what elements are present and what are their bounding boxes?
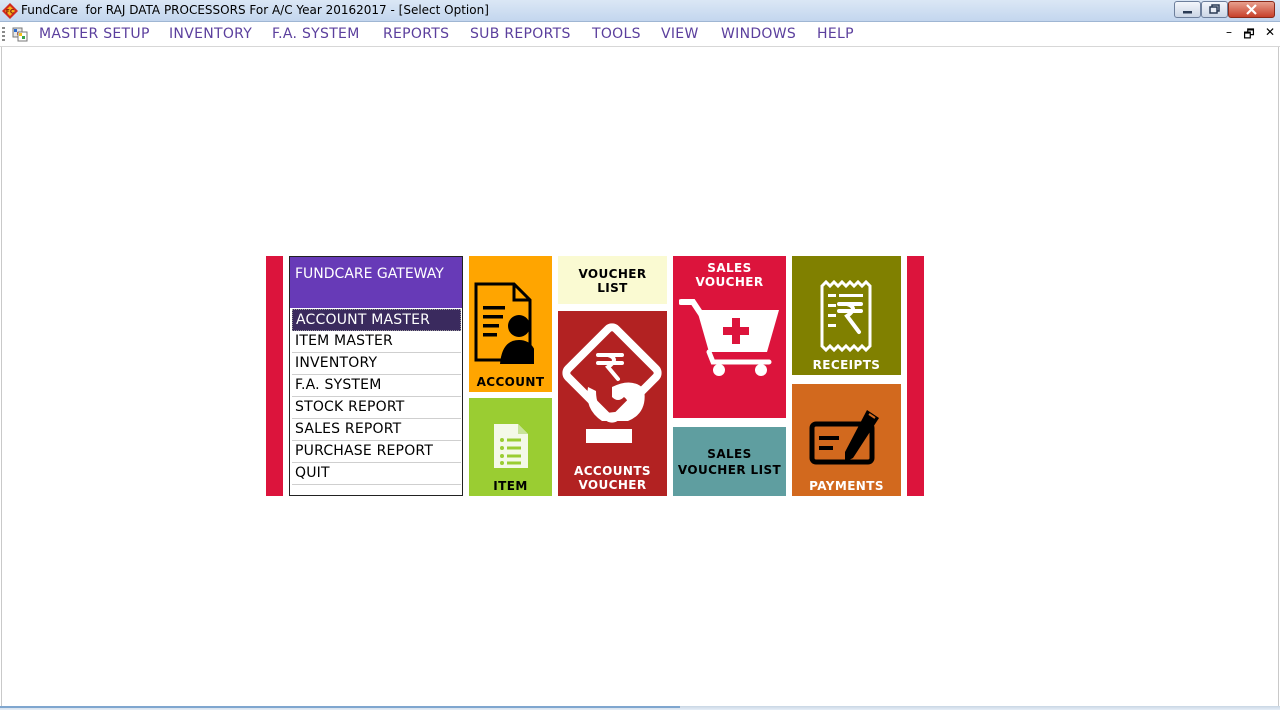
mdi-document-icon[interactable]: [12, 26, 28, 42]
gateway-panel: FUNDCARE GATEWAY ACCOUNT MASTER ITEM MAS…: [289, 256, 463, 496]
accounts-voucher-tile[interactable]: ACCOUNTS VOUCHER: [558, 311, 667, 496]
menu-view[interactable]: VIEW: [661, 26, 699, 42]
mdi-close-button[interactable]: ✕: [1263, 25, 1277, 39]
menu-help[interactable]: HELP: [817, 26, 854, 42]
menu-tools[interactable]: TOOLS: [592, 26, 641, 42]
gateway-item-account-master[interactable]: ACCOUNT MASTER: [292, 309, 461, 331]
payments-tile-label: PAYMENTS: [809, 479, 884, 493]
sales-voucher-list-tile[interactable]: SALES VOUCHER LIST: [673, 427, 786, 496]
rupee-receipt-icon: [820, 280, 872, 352]
item-list-icon: [494, 424, 528, 468]
window-bottom-accent: [0, 706, 680, 708]
account-tile-label: ACCOUNT: [476, 375, 545, 389]
gateway-item-stock-report[interactable]: STOCK REPORT: [292, 397, 461, 419]
gateway-item-fa-system[interactable]: F.A. SYSTEM: [292, 375, 461, 397]
restore-button[interactable]: [1201, 1, 1228, 18]
receipts-tile[interactable]: RECEIPTS: [792, 256, 901, 375]
gateway-title: FUNDCARE GATEWAY: [295, 266, 444, 282]
minimize-icon: [1183, 11, 1192, 14]
sales-voucher-tile-label: SALES VOUCHER: [695, 261, 764, 289]
accounts-voucher-tile-label: ACCOUNTS VOUCHER: [574, 464, 651, 492]
sales-voucher-list-tile-label: SALES VOUCHER LIST: [677, 447, 782, 477]
gateway-item-sales-report[interactable]: SALES REPORT: [292, 419, 461, 441]
menu-grip-icon: [2, 27, 5, 41]
account-document-icon: [474, 282, 534, 364]
close-icon: [1246, 4, 1257, 15]
close-button[interactable]: [1228, 1, 1275, 18]
right-accent-bar: [907, 256, 924, 496]
voucher-list-tile[interactable]: VOUCHER LIST: [558, 256, 667, 304]
sales-voucher-tile[interactable]: SALES VOUCHER: [673, 256, 786, 418]
menu-fa-system[interactable]: F.A. SYSTEM: [272, 26, 360, 42]
gateway-item-inventory[interactable]: INVENTORY: [292, 353, 461, 375]
menu-reports[interactable]: REPORTS: [383, 26, 449, 42]
menu-bar: MASTER SETUP INVENTORY F.A. SYSTEM REPOR…: [0, 22, 1280, 47]
menu-windows[interactable]: WINDOWS: [721, 26, 796, 42]
fundcare-logo-icon: FC: [2, 3, 18, 19]
left-accent-bar: [266, 256, 283, 496]
item-tile[interactable]: ITEM: [469, 398, 552, 496]
window-titlebar: FC FundCare for RAJ DATA PROCESSORS For …: [0, 0, 1280, 22]
menu-master-setup[interactable]: MASTER SETUP: [39, 26, 150, 42]
voucher-list-tile-label: VOUCHER LIST: [578, 267, 647, 295]
mdi-minimize-button[interactable]: –: [1222, 25, 1236, 39]
gateway-item-quit[interactable]: QUIT: [292, 463, 461, 485]
mdi-restore-button[interactable]: 🗗: [1242, 25, 1256, 46]
rupee-voucher-icon: [562, 323, 662, 443]
svg-text:FC: FC: [6, 9, 15, 16]
restore-icon: [1209, 4, 1220, 14]
account-tile[interactable]: ACCOUNT: [469, 256, 552, 392]
cheque-pen-icon: [809, 410, 879, 465]
gateway-item-item-master[interactable]: ITEM MASTER: [292, 331, 461, 353]
item-tile-label: ITEM: [493, 479, 528, 493]
window-title: FundCare for RAJ DATA PROCESSORS For A/C…: [21, 3, 489, 17]
gateway-item-purchase-report[interactable]: PURCHASE REPORT: [292, 441, 461, 463]
shopping-cart-icon: [679, 299, 779, 376]
menu-sub-reports[interactable]: SUB REPORTS: [470, 26, 571, 42]
receipts-tile-label: RECEIPTS: [812, 358, 881, 372]
minimize-button[interactable]: [1174, 1, 1201, 18]
menu-inventory[interactable]: INVENTORY: [169, 26, 252, 42]
payments-tile[interactable]: PAYMENTS: [792, 384, 901, 496]
gateway-header: FUNDCARE GATEWAY: [290, 257, 462, 308]
